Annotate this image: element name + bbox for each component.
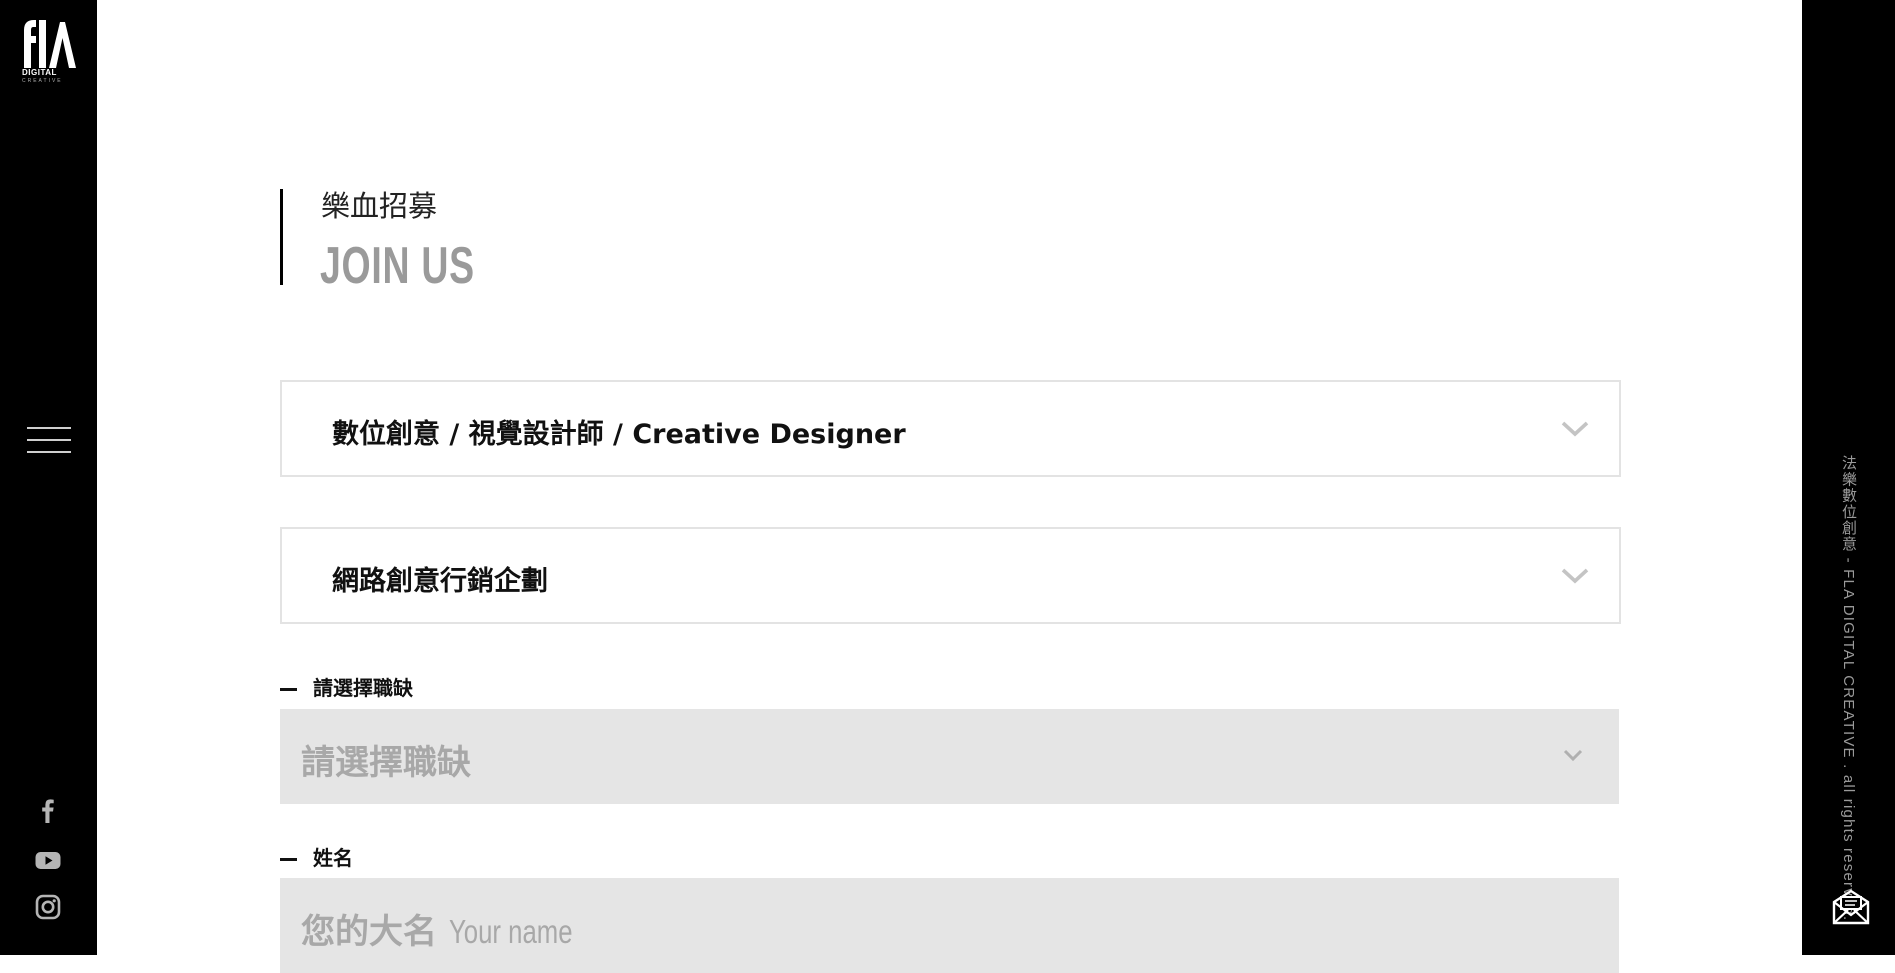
chevron-down-icon [1558,747,1588,765]
page-title-zh: 樂血招募 [321,189,438,223]
job-accordion-marketing[interactable]: 網路創意行銷企劃 [280,527,1621,624]
name-placeholder: 您的大名 Your name [301,904,607,953]
position-label: 請選擇職缺 [280,672,413,701]
position-placeholder: 請選擇職缺 [301,743,471,783]
name-input[interactable]: 您的大名 Your name [280,878,1619,973]
copyright-text: 法樂數位創意 - FLA DIGITAL CREATIVE . all righ… [1840,455,1857,922]
position-label-text: 請選擇職缺 [313,676,413,700]
facebook-icon[interactable] [34,796,62,824]
dash-marker [280,688,297,691]
name-label-text: 姓名 [313,846,353,870]
chevron-down-icon [1560,420,1590,438]
instagram-icon[interactable] [34,893,62,921]
dash-marker [280,858,297,861]
hamburger-icon[interactable] [27,425,71,455]
job-title: 網路創意行銷企劃 [332,566,548,597]
page-title-en: JOIN US [320,237,475,295]
youtube-icon[interactable] [34,846,62,874]
brand-logo[interactable]: DIGITAL CREATIVE [20,18,78,84]
job-title: 數位創意 / 視覺設計師 / Creative Designer [332,419,906,450]
job-accordion-creative-designer[interactable]: 數位創意 / 視覺設計師 / Creative Designer [280,380,1621,477]
heading-accent-bar [280,189,283,285]
left-sidebar: DIGITAL CREATIVE [0,0,97,955]
name-label: 姓名 [280,842,353,871]
name-placeholder-zh: 您的大名 [301,912,437,952]
logo-text: DIGITAL [22,68,57,77]
chevron-down-icon [1560,567,1590,585]
position-select[interactable]: 請選擇職缺 [280,709,1619,804]
mail-icon[interactable] [1831,888,1871,926]
logo-mark [24,20,76,68]
logo-subtext: CREATIVE [22,78,63,84]
name-placeholder-en: Your name [448,913,573,950]
